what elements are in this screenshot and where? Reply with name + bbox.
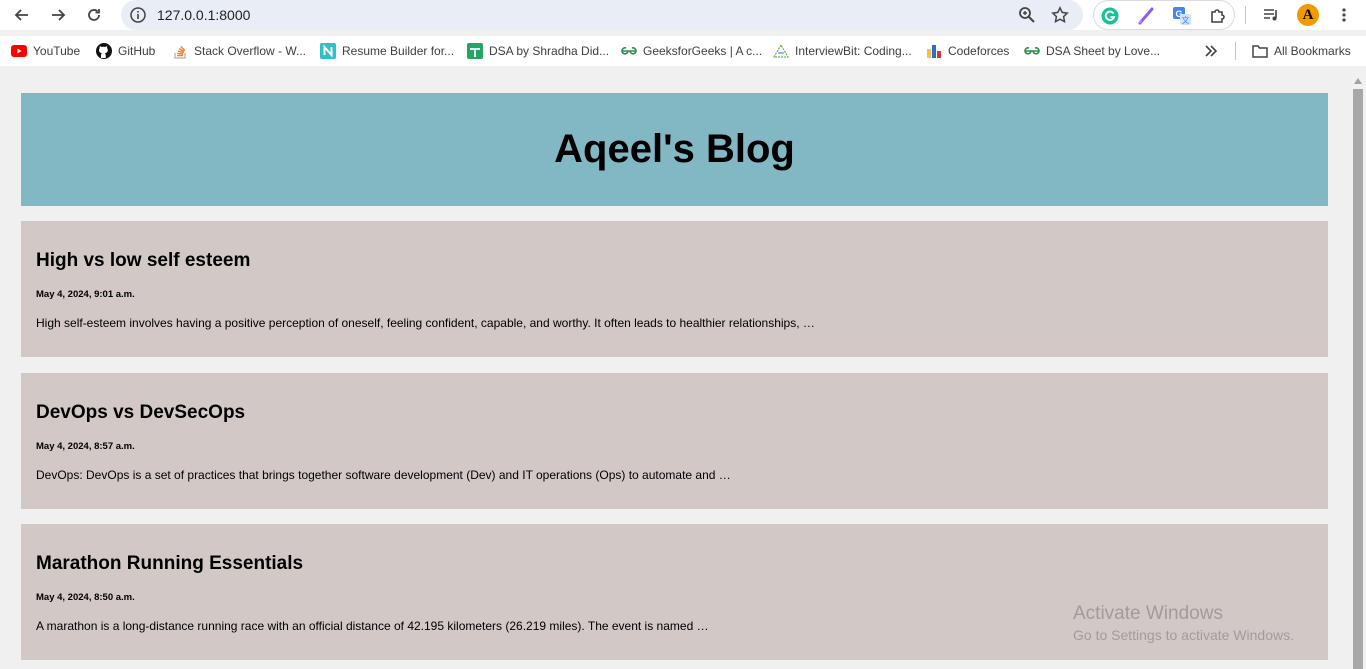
bookmark-label: DSA by Shradha Did... (489, 44, 610, 58)
post-date: May 4, 2024, 8:57 a.m. (36, 441, 135, 452)
address-bar[interactable]: 127.0.0.1:8000 (121, 0, 1083, 30)
triangle-up-icon (1354, 78, 1362, 84)
scroll-up-button[interactable] (1350, 74, 1366, 88)
url-text[interactable]: 127.0.0.1:8000 (157, 7, 250, 23)
bookmark-codeforces[interactable]: Codeforces (926, 42, 1009, 60)
bookmark-star-icon[interactable] (1050, 5, 1070, 25)
back-arrow-icon (14, 9, 28, 21)
scroll-thumb[interactable] (1353, 89, 1363, 669)
page-scrollbar[interactable] (1350, 72, 1366, 669)
post-title[interactable]: DevOps vs DevSecOps (36, 402, 245, 424)
page-viewport: Aqeel's Blog High vs low self esteem May… (0, 72, 1350, 669)
bookmark-youtube[interactable]: YouTube (11, 42, 80, 60)
bookmark-label: Resume Builder for... (342, 44, 455, 58)
youtube-icon (11, 43, 27, 59)
post-excerpt: DevOps: DevOps is a set of practices tha… (36, 468, 731, 482)
browser-toolbar: 127.0.0.1:8000 G文 A (0, 0, 1366, 30)
back-button[interactable] (10, 3, 34, 27)
bookmark-interviewbit[interactable]: InterviewBit: Coding... (773, 42, 912, 60)
bookmark-label: Stack Overflow - W... (194, 44, 307, 58)
profile-avatar[interactable]: A (1296, 3, 1320, 27)
bookmark-label: YouTube (33, 44, 81, 58)
toolbar-divider (1245, 6, 1246, 24)
post-card: High vs low self esteem May 4, 2024, 9:0… (21, 221, 1328, 357)
double-chevron-right-icon (1205, 45, 1218, 57)
blog-title: Aqeel's Blog (554, 127, 795, 171)
watermark-line-1: Activate Windows (1073, 603, 1223, 624)
watermark-line-2: Go to Settings to activate Windows. (1073, 627, 1294, 643)
bookmarks-divider (1235, 42, 1236, 60)
github-icon (96, 43, 112, 59)
activate-windows-watermark: Activate Windows Go to Settings to activ… (1073, 603, 1294, 643)
bookmark-label: DSA Sheet by Love... (1046, 44, 1161, 58)
post-card: DevOps vs DevSecOps May 4, 2024, 8:57 a.… (21, 373, 1328, 509)
post-date: May 4, 2024, 8:50 a.m. (36, 592, 135, 603)
svg-text:文: 文 (1182, 15, 1190, 25)
more-vert-icon (1342, 8, 1346, 22)
browser-menu-button[interactable] (1332, 3, 1356, 27)
sheets-icon (467, 43, 483, 59)
folder-icon (1252, 43, 1268, 59)
forward-button[interactable] (46, 3, 70, 27)
pen-extension-icon[interactable] (1135, 5, 1157, 27)
resume-builder-icon (320, 43, 336, 59)
site-info-icon[interactable] (129, 6, 147, 24)
bookmark-dsa-shradha[interactable]: DSA by Shradha Did... (467, 42, 609, 60)
all-bookmarks-button[interactable]: All Bookmarks (1252, 42, 1351, 60)
reload-button[interactable] (82, 3, 106, 27)
reload-icon (88, 9, 100, 21)
codeforces-icon (926, 43, 942, 59)
bookmark-github[interactable]: GitHub (96, 42, 155, 60)
geeksforgeeks-icon (1024, 43, 1040, 59)
bookmark-geeksforgeeks[interactable]: GeeksforGeeks | A c... (621, 42, 762, 60)
grammarly-icon[interactable] (1099, 5, 1121, 27)
profile-initial: A (1302, 6, 1314, 23)
post-title[interactable]: High vs low self esteem (36, 250, 250, 272)
blog-header: Aqeel's Blog (21, 93, 1328, 206)
extensions-puzzle-icon[interactable] (1207, 5, 1229, 27)
bookmark-label: Codeforces (948, 44, 1010, 58)
translate-icon[interactable]: G文 (1171, 5, 1193, 27)
stackoverflow-icon (172, 43, 188, 59)
bookmarks-bar: YouTube GitHub Stack Overflow - W... Res… (0, 36, 1366, 66)
extensions-area: G文 (1093, 0, 1235, 30)
bookmark-label: InterviewBit: Coding... (795, 44, 912, 58)
zoom-icon[interactable] (1017, 5, 1037, 25)
forward-arrow-icon (52, 9, 66, 21)
interviewbit-icon (773, 43, 789, 59)
geeksforgeeks-icon (621, 43, 637, 59)
bookmark-stackoverflow[interactable]: Stack Overflow - W... (172, 42, 306, 60)
bookmark-label: GeeksforGeeks | A c... (643, 44, 763, 58)
media-queue-icon (1264, 9, 1277, 21)
bookmark-label: GitHub (118, 44, 156, 58)
post-excerpt: High self-esteem involves having a posit… (36, 316, 815, 330)
bookmark-dsa-sheet-love[interactable]: DSA Sheet by Love... (1024, 42, 1160, 60)
all-bookmarks-label: All Bookmarks (1274, 44, 1351, 58)
post-title[interactable]: Marathon Running Essentials (36, 553, 303, 575)
reading-list-button[interactable] (1259, 3, 1283, 27)
post-date: May 4, 2024, 9:01 a.m. (36, 289, 135, 300)
bookmark-resume-builder[interactable]: Resume Builder for... (320, 42, 454, 60)
post-excerpt: A marathon is a long-distance running ra… (36, 619, 709, 633)
bookmarks-overflow-button[interactable] (1204, 42, 1218, 60)
